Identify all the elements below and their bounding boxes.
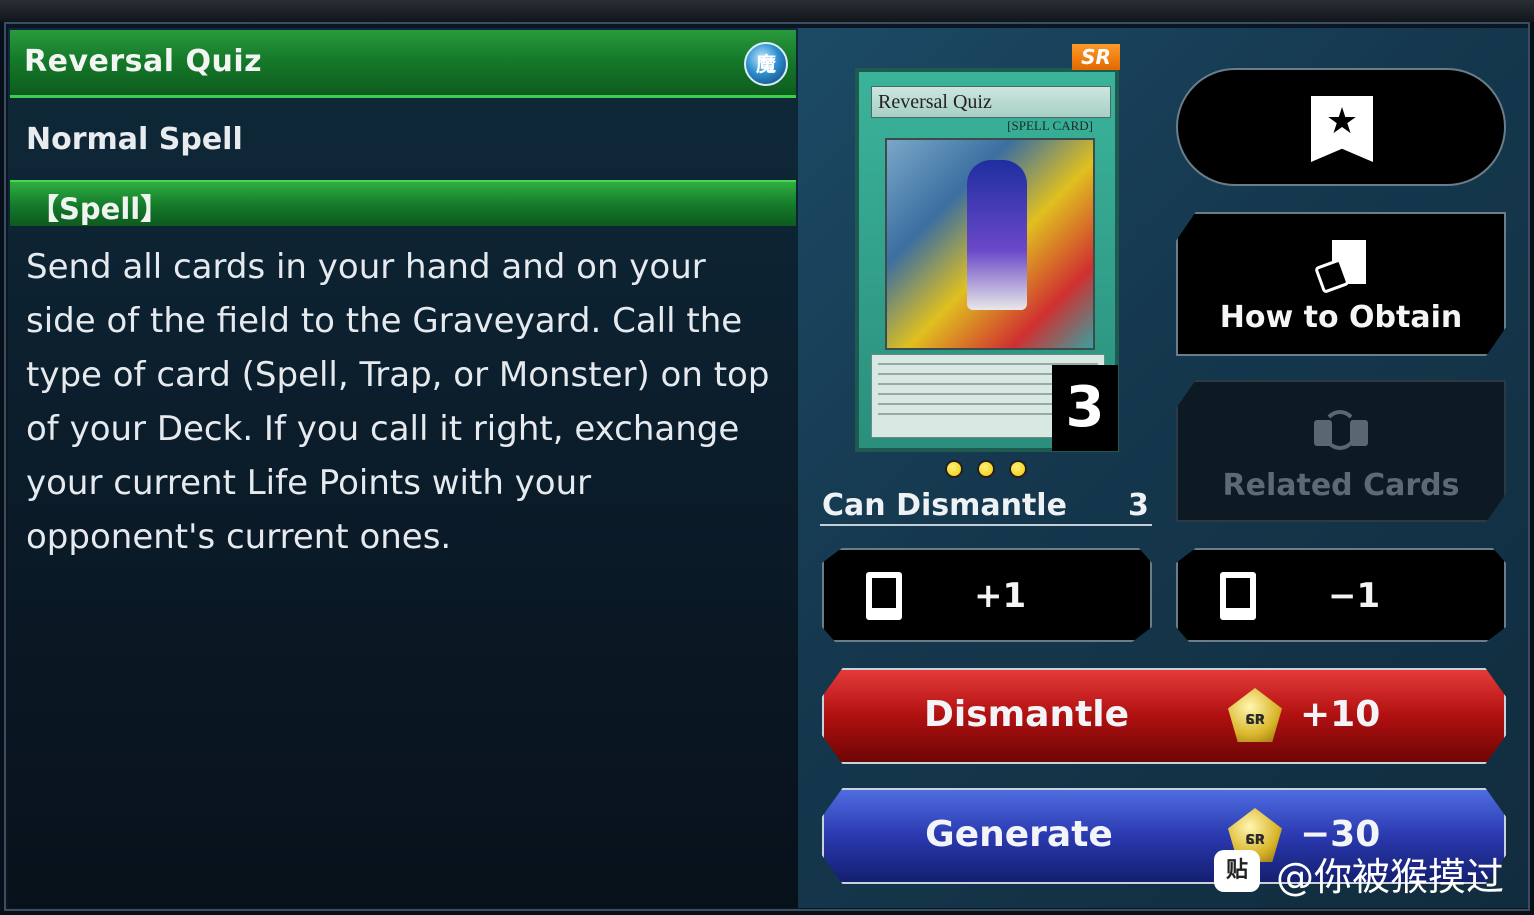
increase-label: +1 xyxy=(974,576,1027,616)
card-name: Reversal Quiz xyxy=(24,44,263,79)
card-section-bar: 【Spell】 xyxy=(10,180,796,226)
card-kind: Normal Spell xyxy=(26,122,243,157)
divider xyxy=(820,524,1152,526)
top-status-bar xyxy=(0,0,1534,22)
bookmark-star-icon: ★ xyxy=(1311,96,1373,162)
copy-dot xyxy=(977,460,995,478)
related-cards-icon xyxy=(1314,410,1368,454)
can-dismantle-label: Can Dismantle xyxy=(822,488,1067,523)
dismantle-button[interactable]: Dismantle CP SR +10 xyxy=(822,668,1506,764)
card-illustration xyxy=(885,138,1095,350)
card-icon xyxy=(866,572,902,620)
increase-button[interactable]: +1 xyxy=(822,548,1152,642)
decrease-button[interactable]: −1 xyxy=(1176,548,1506,642)
card-art-type: [SPELL CARD] xyxy=(1007,118,1093,133)
watermark-text: @你被猴摸过 xyxy=(1276,855,1505,899)
how-to-obtain-button[interactable]: How to Obtain xyxy=(1176,212,1506,356)
generate-label: Generate xyxy=(925,814,1113,855)
copy-dot xyxy=(945,460,963,478)
spell-attribute-icon: 魔 xyxy=(744,42,788,86)
dismantle-value: +10 xyxy=(1300,694,1381,735)
related-cards-button[interactable]: Related Cards xyxy=(1176,380,1506,522)
how-to-obtain-label: How to Obtain xyxy=(1219,300,1463,335)
card-section-label: 【Spell】 xyxy=(30,192,170,226)
card-detail-panel: Reversal Quiz 魔 Normal Spell 【Spell】 Sen… xyxy=(8,28,798,908)
card-icon xyxy=(1220,572,1256,620)
cp-sr-icon: CP SR xyxy=(1228,688,1282,742)
card-art-title: Reversal Quiz xyxy=(871,86,1111,118)
illustration-figure xyxy=(967,160,1027,310)
related-cards-label: Related Cards xyxy=(1222,468,1460,503)
watermark-icon: 贴 xyxy=(1214,850,1260,892)
rarity-badge: SR xyxy=(1072,44,1120,70)
can-dismantle-count: 3 xyxy=(1128,488,1149,523)
owned-count-badge: 3 xyxy=(1052,365,1118,451)
dismantle-label: Dismantle xyxy=(924,694,1130,735)
obtain-hand-icon xyxy=(1314,240,1368,294)
card-name-bar: Reversal Quiz 魔 xyxy=(10,30,796,98)
favorite-button[interactable]: ★ xyxy=(1176,68,1506,186)
card-description[interactable]: Send all cards in your hand and on your … xyxy=(26,240,776,564)
decrease-label: −1 xyxy=(1328,576,1381,616)
copy-dot xyxy=(1009,460,1027,478)
